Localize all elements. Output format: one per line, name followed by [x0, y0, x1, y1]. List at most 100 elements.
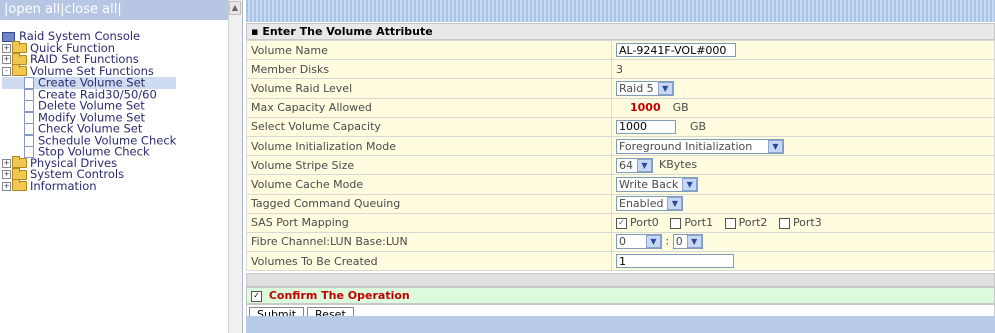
table-row: Volume Name [246, 39, 995, 61]
tree-item-label: Information [30, 178, 97, 193]
top-banner [246, 0, 995, 22]
cache-mode-select[interactable]: Write Back ▼ [616, 176, 699, 192]
member-disks-value: 3 [611, 59, 995, 80]
stripe-size-select[interactable]: 64 ▼ [616, 157, 653, 173]
lun-base-value: 0 [619, 235, 626, 249]
chevron-down-icon[interactable]: ▼ [646, 235, 661, 249]
expand-icon[interactable]: + [2, 181, 11, 191]
table-row: Volume Initialization Mode Foreground In… [246, 135, 995, 157]
cache-mode-label: Volume Cache Mode [246, 174, 612, 195]
table-row: Volume Stripe Size 64 ▼ KBytes [246, 155, 995, 176]
table-row: Volume Raid Level Raid 5 ▼ [246, 78, 995, 99]
max-capacity-unit: GB [672, 101, 689, 115]
form-header: ▪ Enter The Volume Attribute [246, 23, 995, 40]
volume-name-cell [611, 39, 995, 61]
port2-option: Port2 [724, 216, 768, 230]
port-label: Port3 [792, 216, 822, 230]
table-row: Tagged Command Queuing Enabled ▼ [246, 193, 995, 214]
navigation-frame: |open all|close all| ▲ Raid System Conso… [0, 0, 243, 333]
table-row: Member Disks 3 [246, 59, 995, 80]
tcq-value: Enabled [619, 197, 664, 211]
sas-port-cell: ✓ Port0 Port1 Port2 Port3 [611, 212, 995, 233]
tcq-cell: Enabled ▼ [611, 193, 995, 214]
collapse-icon[interactable]: - [2, 66, 11, 76]
port1-option: Port1 [670, 216, 713, 229]
navigation-tree: Raid System Console + Quick Function + RAI… [2, 30, 177, 193]
page-icon [24, 123, 34, 135]
volumes-count-label: Volumes To Be Created [246, 251, 612, 272]
port2-checkbox[interactable] [724, 217, 736, 229]
stripe-size-cell: 64 ▼ KBytes [611, 155, 995, 176]
volume-name-label: Volume Name [246, 39, 612, 61]
stripe-size-value: 64 [619, 158, 633, 172]
left-scrollbar[interactable]: ▲ [228, 0, 242, 333]
expand-icon[interactable]: + [2, 43, 11, 53]
volume-name-input[interactable] [616, 43, 736, 58]
volume-attribute-form: ▪ Enter The Volume Attribute Volume Name… [246, 23, 995, 327]
port-label: Port1 [684, 216, 714, 230]
chevron-down-icon[interactable]: ▼ [667, 197, 683, 211]
tree-toolbar: |open all|close all| [0, 0, 242, 20]
lun-select[interactable]: 0 ▼ [672, 234, 703, 250]
port0-checkbox[interactable]: ✓ [616, 217, 627, 229]
confirm-checkbox[interactable]: ✓ [251, 290, 262, 302]
folder-icon [12, 156, 27, 168]
lun-value: 0 [675, 235, 683, 249]
scroll-up-arrow-icon[interactable]: ▲ [229, 1, 241, 15]
init-mode-select[interactable]: Foreground Initialization ▼ [616, 138, 784, 154]
raid-level-cell: Raid 5 ▼ [611, 78, 995, 99]
chevron-down-icon[interactable]: ▼ [768, 139, 783, 153]
table-row: Volume Cache Mode Write Back ▼ [246, 174, 995, 195]
chevron-down-icon[interactable]: ▼ [657, 81, 673, 95]
page-icon [24, 134, 34, 147]
close-all-link[interactable]: close all [65, 2, 118, 17]
raid-level-value: Raid 5 [619, 81, 654, 95]
expand-icon[interactable]: + [2, 55, 11, 64]
table-row: Volumes To Be Created [246, 251, 995, 272]
page-icon [24, 88, 34, 101]
lun-base-select[interactable]: 0 ▼ [616, 234, 662, 250]
folder-icon [12, 41, 27, 53]
fibre-separator: : [665, 234, 670, 248]
select-capacity-unit: GB [690, 120, 707, 134]
port3-checkbox[interactable] [778, 217, 790, 229]
raid-level-label: Volume Raid Level [246, 78, 612, 99]
page-icon [24, 100, 34, 112]
tree-item-information[interactable]: + Information [2, 178, 176, 193]
tcq-select[interactable]: Enabled ▼ [616, 196, 684, 212]
select-capacity-input[interactable] [616, 119, 676, 134]
page-icon [24, 77, 34, 89]
init-mode-cell: Foreground Initialization ▼ [611, 135, 995, 157]
port-label: Port2 [738, 216, 768, 230]
fibre-cell: 0 ▼ : 0 ▼ [611, 231, 995, 253]
init-mode-value: Foreground Initialization [619, 139, 753, 153]
table-row: Select Volume Capacity GB [246, 116, 995, 137]
tcq-label: Tagged Command Queuing [246, 193, 612, 214]
form-header-title: Enter The Volume Attribute [262, 25, 433, 38]
bottom-banner [246, 316, 995, 333]
chevron-down-icon[interactable]: ▼ [637, 158, 652, 172]
raid-level-select[interactable]: Raid 5 ▼ [616, 80, 674, 96]
attribute-table: Volume Name Member Disks 3 Volume Raid L… [246, 39, 995, 272]
page-icon [24, 111, 34, 124]
volumes-count-input[interactable] [616, 254, 734, 269]
expand-icon[interactable]: + [2, 158, 11, 168]
chevron-down-icon[interactable]: ▼ [686, 235, 702, 249]
select-capacity-label: Select Volume Capacity [246, 116, 612, 137]
sas-port-label: SAS Port Mapping [246, 212, 612, 233]
open-all-link[interactable]: open all [8, 2, 60, 17]
chevron-down-icon[interactable]: ▼ [682, 177, 698, 191]
port1-checkbox[interactable] [670, 217, 682, 229]
port-label: Port0 [630, 216, 659, 230]
confirm-label: Confirm The Operation [268, 289, 410, 303]
volumes-count-cell [611, 251, 995, 272]
folder-icon [12, 167, 27, 180]
confirm-row: ✓ Confirm The Operation [246, 287, 995, 305]
content-frame: ▪ Enter The Volume Attribute Volume Name… [246, 0, 995, 333]
folder-open-icon [12, 64, 27, 76]
computer-icon [2, 31, 15, 42]
stripe-size-label: Volume Stripe Size [246, 155, 612, 176]
max-capacity-label: Max Capacity Allowed [246, 97, 612, 118]
bullet: ▪ [251, 25, 259, 38]
expand-icon[interactable]: + [2, 170, 11, 179]
